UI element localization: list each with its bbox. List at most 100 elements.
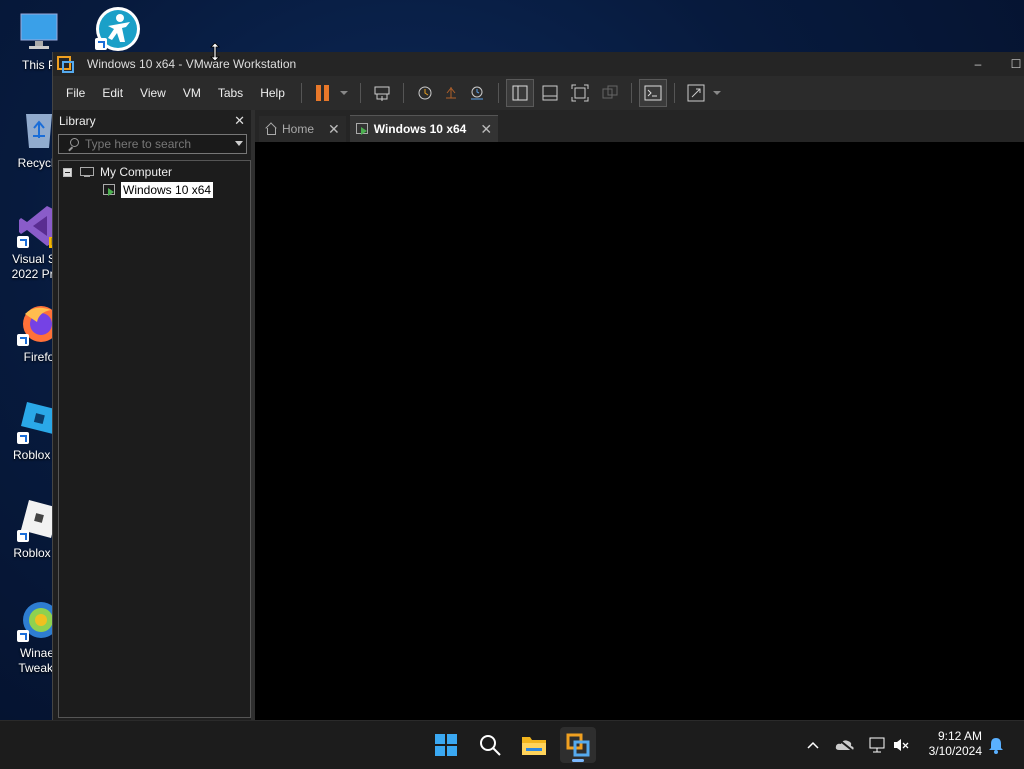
pause-icon	[315, 85, 329, 101]
folder-icon	[522, 737, 546, 755]
stretch-dropdown-arrow-icon[interactable]	[712, 91, 721, 95]
show-library-button[interactable]	[505, 79, 534, 107]
keyboard-send-icon	[374, 86, 390, 101]
home-icon	[265, 124, 277, 135]
full-screen-button[interactable]	[567, 80, 593, 106]
thumbnail-bar-icon	[542, 85, 558, 101]
toolbar-separator	[497, 83, 499, 103]
vm-running-icon	[103, 184, 117, 196]
console-view-button[interactable]	[638, 79, 667, 107]
menu-vm[interactable]: VM	[174, 86, 209, 100]
menu-file[interactable]: File	[57, 86, 93, 100]
file-explorer-button[interactable]	[516, 727, 552, 763]
desktop-icon-accessibility-app[interactable]	[78, 6, 156, 54]
shortcut-arrow-icon	[17, 236, 29, 248]
menu-tabs[interactable]: Tabs	[209, 86, 251, 100]
notifications-button[interactable]	[986, 735, 1006, 755]
network-tray-icon[interactable]	[867, 735, 887, 755]
take-snapshot-button[interactable]	[412, 80, 438, 106]
unity-mode-button[interactable]	[597, 80, 623, 106]
windows-logo-icon	[435, 734, 457, 756]
vmware-taskbar-button[interactable]	[560, 727, 596, 763]
window-titlebar[interactable]: Windows 10 x64 - VMware Workstation – ☐	[53, 52, 1024, 76]
search-dropdown-arrow-icon[interactable]	[235, 141, 243, 146]
search-icon	[480, 735, 501, 756]
toolbar-separator	[630, 83, 632, 103]
snapshot-clock-icon	[418, 86, 432, 100]
clock-time: 9:12 AM	[937, 729, 982, 743]
snapshot-manager-icon	[470, 86, 483, 100]
terminal-icon	[644, 85, 662, 101]
send-ctrl-alt-del-button[interactable]	[369, 80, 395, 106]
tab-bar: Home ✕ Windows 10 x64 ✕	[255, 110, 1024, 142]
library-close-icon[interactable]: ✕	[234, 113, 245, 129]
menu-help[interactable]: Help	[251, 86, 293, 100]
menu-view[interactable]: View	[131, 86, 174, 100]
pause-button[interactable]	[310, 80, 336, 106]
library-header: Library ✕	[53, 110, 251, 132]
toolbar-separator	[359, 83, 361, 103]
search-icon	[67, 138, 79, 150]
vm-running-icon	[355, 123, 370, 135]
tree-item-windows-10-x64[interactable]: Windows 10 x64	[59, 181, 250, 199]
shortcut-arrow-icon	[17, 630, 29, 642]
library-panel: Library ✕ My Computer Windows 10 x64	[53, 110, 255, 720]
tree-item-my-computer[interactable]: My Computer	[59, 163, 250, 181]
tab-label: Home	[282, 122, 315, 136]
shortcut-arrow-icon	[17, 432, 29, 444]
library-panel-icon	[512, 85, 528, 101]
shortcut-arrow-icon	[17, 334, 29, 346]
chevron-up-icon	[807, 741, 819, 749]
toolbar-separator	[402, 83, 404, 103]
volume-muted-icon	[894, 739, 909, 751]
show-hidden-icons-button[interactable]	[803, 735, 823, 755]
tab-home[interactable]: Home ✕	[259, 116, 346, 142]
library-tree: My Computer Windows 10 x64	[58, 160, 251, 718]
volume-tray-icon[interactable]	[891, 735, 911, 755]
vm-console-display[interactable]	[255, 142, 1024, 720]
collapse-icon[interactable]	[63, 167, 72, 177]
cloud-offline-icon	[835, 738, 854, 752]
resize-cursor-icon	[210, 42, 220, 62]
search-button[interactable]	[472, 727, 508, 763]
vmware-window: Windows 10 x64 - VMware Workstation – ☐ …	[52, 52, 1024, 720]
system-clock[interactable]: 9:12 AM 3/10/2024	[929, 729, 982, 759]
bell-icon	[989, 738, 1003, 754]
window-title: Windows 10 x64 - VMware Workstation	[87, 57, 297, 71]
close-tab-icon[interactable]: ✕	[328, 121, 340, 138]
close-tab-icon[interactable]: ✕	[480, 121, 492, 138]
monitor-icon	[17, 10, 61, 54]
stretch-guest-button[interactable]	[683, 80, 709, 106]
start-button[interactable]	[428, 727, 464, 763]
revert-snapshot-button[interactable]	[438, 80, 464, 106]
minimize-button[interactable]: –	[963, 52, 993, 76]
network-icon	[869, 737, 885, 753]
taskbar: 9:12 AM 3/10/2024	[0, 720, 1024, 769]
accessibility-person-icon	[95, 6, 140, 51]
shortcut-arrow-icon	[17, 530, 29, 542]
clock-date: 3/10/2024	[928, 744, 982, 758]
tree-item-label: Windows 10 x64	[121, 182, 214, 198]
menu-toolbar: File Edit View VM Tabs Help	[53, 76, 1024, 111]
revert-snapshot-icon	[445, 87, 456, 99]
computer-icon	[80, 166, 94, 178]
library-search-box[interactable]	[58, 134, 247, 154]
unity-icon	[602, 85, 618, 99]
menu-edit[interactable]: Edit	[93, 86, 131, 100]
tab-label: Windows 10 x64	[373, 122, 467, 136]
shortcut-arrow-icon	[95, 38, 107, 50]
tree-item-label: My Computer	[100, 165, 173, 179]
tab-windows-10-x64[interactable]: Windows 10 x64 ✕	[349, 115, 499, 142]
maximize-button[interactable]: ☐	[1007, 52, 1024, 76]
stretch-expand-icon	[687, 84, 705, 102]
toolbar-separator	[673, 83, 675, 103]
library-title: Library	[59, 114, 96, 128]
power-dropdown-arrow-icon[interactable]	[339, 91, 348, 95]
library-search-input[interactable]	[85, 137, 225, 151]
vmware-logo-icon	[566, 733, 590, 757]
vmware-logo-icon	[57, 56, 74, 73]
snapshot-manager-button[interactable]	[464, 80, 490, 106]
toolbar-separator	[300, 83, 302, 103]
show-thumbnail-bar-button[interactable]	[537, 80, 563, 106]
onedrive-tray-icon[interactable]	[835, 735, 855, 755]
